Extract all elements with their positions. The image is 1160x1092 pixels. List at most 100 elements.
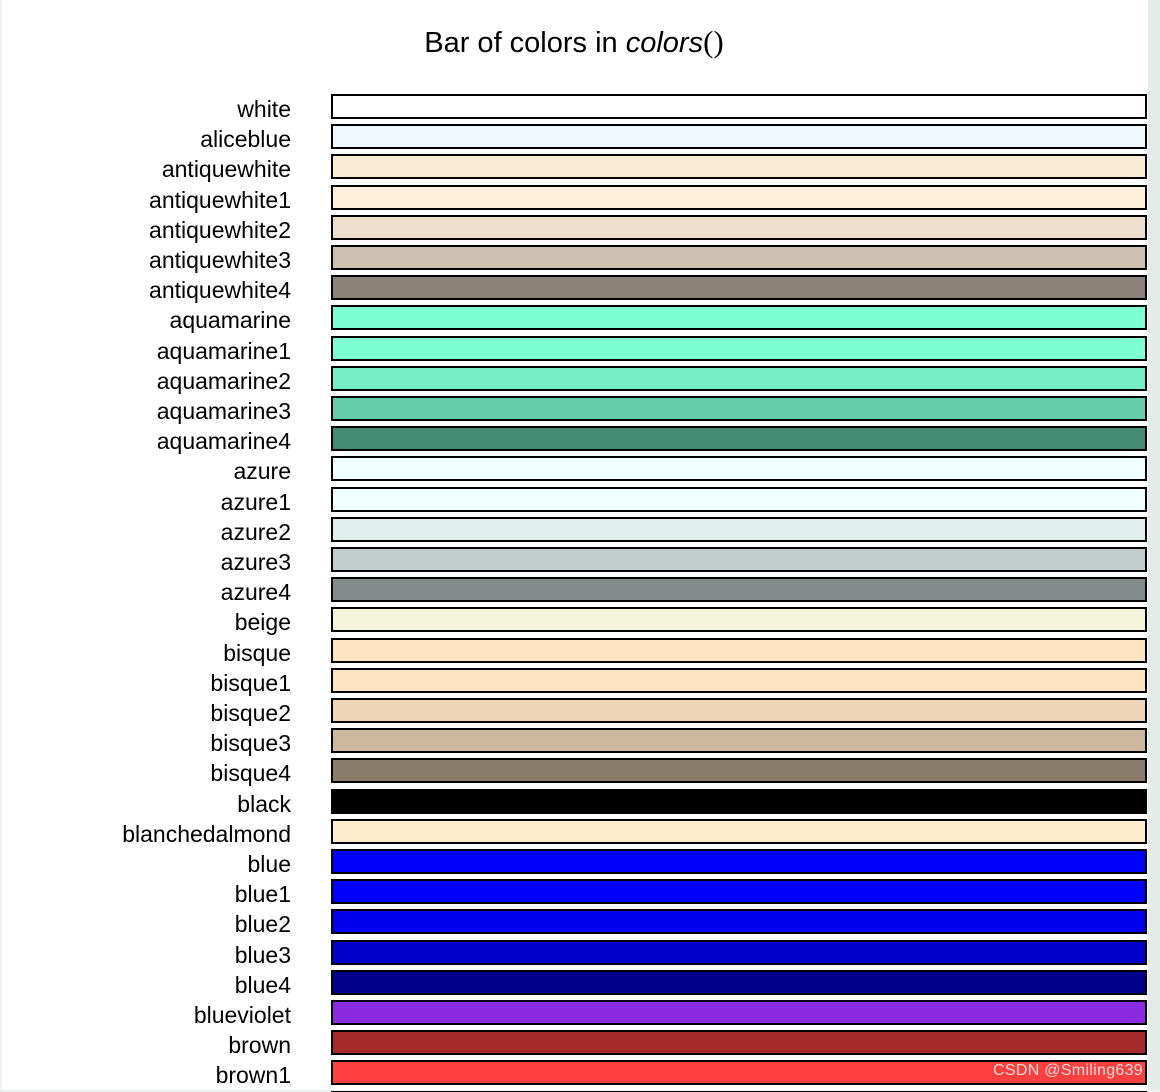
- bar-label: blue: [247, 851, 291, 878]
- chart-title-italic: colors: [625, 27, 704, 59]
- bar-row: aquamarine: [0, 305, 1160, 335]
- bar-label: bisque4: [210, 760, 291, 787]
- bar-swatch: [331, 486, 1147, 512]
- bar-swatch: [331, 547, 1147, 572]
- bar-label: blue2: [234, 911, 291, 938]
- bar-label: aquamarine: [169, 307, 291, 334]
- bar-swatch: [331, 154, 1147, 180]
- bar-swatch: [331, 637, 1147, 663]
- chart-title-prefix: Bar of colors in: [424, 27, 626, 59]
- bar-row: brown: [0, 1030, 1160, 1060]
- bar-label: bisque: [223, 639, 291, 666]
- bar-label: bisque2: [210, 700, 291, 727]
- bar-row: blue2: [0, 909, 1160, 939]
- bar-swatch: [331, 667, 1147, 693]
- bar-row: aquamarine1: [0, 335, 1160, 366]
- bar-swatch: [331, 1030, 1147, 1056]
- bar-label: azure1: [220, 488, 291, 515]
- bar-swatch: [331, 335, 1147, 361]
- bar-swatch: [331, 214, 1147, 240]
- bar-swatch: [331, 879, 1147, 905]
- bar-row: azure4: [0, 577, 1160, 607]
- bar-label: blueviolet: [193, 1002, 291, 1029]
- bar-row: bisque3: [0, 728, 1160, 758]
- bar-row: aquamarine2: [0, 365, 1160, 396]
- bar-label: azure: [233, 458, 291, 485]
- chart-title-suffix: (): [703, 24, 724, 59]
- bar-row: blue1: [0, 879, 1160, 909]
- bar-label: antiquewhite3: [149, 247, 291, 274]
- bar-label: aquamarine1: [156, 337, 291, 364]
- bar-row: antiquewhite1: [0, 184, 1160, 215]
- bar-swatch: [331, 818, 1147, 844]
- chart-title: Bar of colors in colors(): [0, 24, 1148, 60]
- bar-label: aquamarine4: [156, 428, 291, 455]
- bar-label: white: [237, 96, 291, 123]
- bar-swatch: [331, 939, 1147, 965]
- bar-row: blue: [0, 849, 1160, 879]
- bar-swatch: [331, 698, 1147, 723]
- bar-swatch: [331, 94, 1147, 119]
- bar-row: aquamarine4: [0, 426, 1160, 456]
- bar-swatch: [331, 607, 1147, 633]
- bar-swatch: [331, 1000, 1147, 1025]
- color-bar-chart: Bar of colors in colors() white aliceblue…: [0, 0, 1160, 1092]
- bar-row: brown1: [0, 1060, 1160, 1090]
- bar-label: antiquewhite4: [149, 277, 291, 304]
- bar-swatch: [331, 426, 1147, 452]
- bar-row: beige: [0, 607, 1160, 637]
- bar-swatch: [331, 969, 1147, 995]
- bar-label: antiquewhite: [161, 156, 291, 183]
- bar-label: blue3: [234, 941, 291, 968]
- bar-swatch: [331, 245, 1147, 270]
- bar-swatch: [331, 124, 1147, 150]
- bar-row: white: [0, 94, 1160, 124]
- bar-label: azure3: [220, 549, 291, 576]
- bar-row: aliceblue: [0, 124, 1160, 154]
- bars-area: white aliceblue antiquewhite antiquewhite1 a…: [0, 94, 1160, 1092]
- bar-label: beige: [234, 609, 291, 636]
- bar-swatch: [331, 758, 1147, 784]
- bar-swatch: [331, 1060, 1147, 1086]
- bar-row: blue4: [0, 969, 1160, 1000]
- bar-row: aquamarine3: [0, 396, 1160, 426]
- bar-row: bisque: [0, 637, 1160, 668]
- bar-row: antiquewhite4: [0, 275, 1160, 305]
- bar-swatch: [331, 275, 1147, 301]
- bar-label: aquamarine2: [156, 367, 291, 394]
- bar-label: aliceblue: [200, 126, 291, 153]
- bar-swatch: [331, 365, 1147, 391]
- bar-swatch: [331, 184, 1147, 210]
- bar-swatch: [331, 788, 1147, 814]
- bar-swatch: [331, 456, 1147, 482]
- bar-swatch: [331, 909, 1147, 935]
- bar-swatch: [331, 396, 1147, 421]
- bar-row: black: [0, 788, 1160, 819]
- bar-row: bisque4: [0, 758, 1160, 788]
- bar-swatch: [331, 305, 1147, 331]
- bar-label: blue1: [234, 881, 291, 908]
- bar-swatch: [331, 728, 1147, 754]
- bar-row: blueviolet: [0, 1000, 1160, 1030]
- bar-label: antiquewhite1: [149, 186, 291, 213]
- bar-label: bisque3: [210, 730, 291, 757]
- bar-swatch: [331, 577, 1147, 603]
- bar-row: azure: [0, 456, 1160, 486]
- bar-label: antiquewhite2: [149, 216, 291, 243]
- bar-row: blanchedalmond: [0, 818, 1160, 849]
- bar-row: bisque2: [0, 698, 1160, 728]
- bar-row: azure1: [0, 486, 1160, 517]
- bar-label: blanchedalmond: [122, 820, 291, 847]
- bar-row: antiquewhite2: [0, 214, 1160, 245]
- bar-label: black: [237, 790, 291, 817]
- bar-row: azure3: [0, 547, 1160, 577]
- bar-label: brown: [228, 1032, 291, 1059]
- bar-label: aquamarine3: [156, 398, 291, 425]
- bar-row: azure2: [0, 516, 1160, 547]
- bar-row: blue3: [0, 939, 1160, 970]
- bar-row: bisque1: [0, 667, 1160, 698]
- bar-row: antiquewhite3: [0, 245, 1160, 275]
- bar-label: azure2: [220, 518, 291, 545]
- bar-label: bisque1: [210, 669, 291, 696]
- bar-label: azure4: [220, 579, 291, 606]
